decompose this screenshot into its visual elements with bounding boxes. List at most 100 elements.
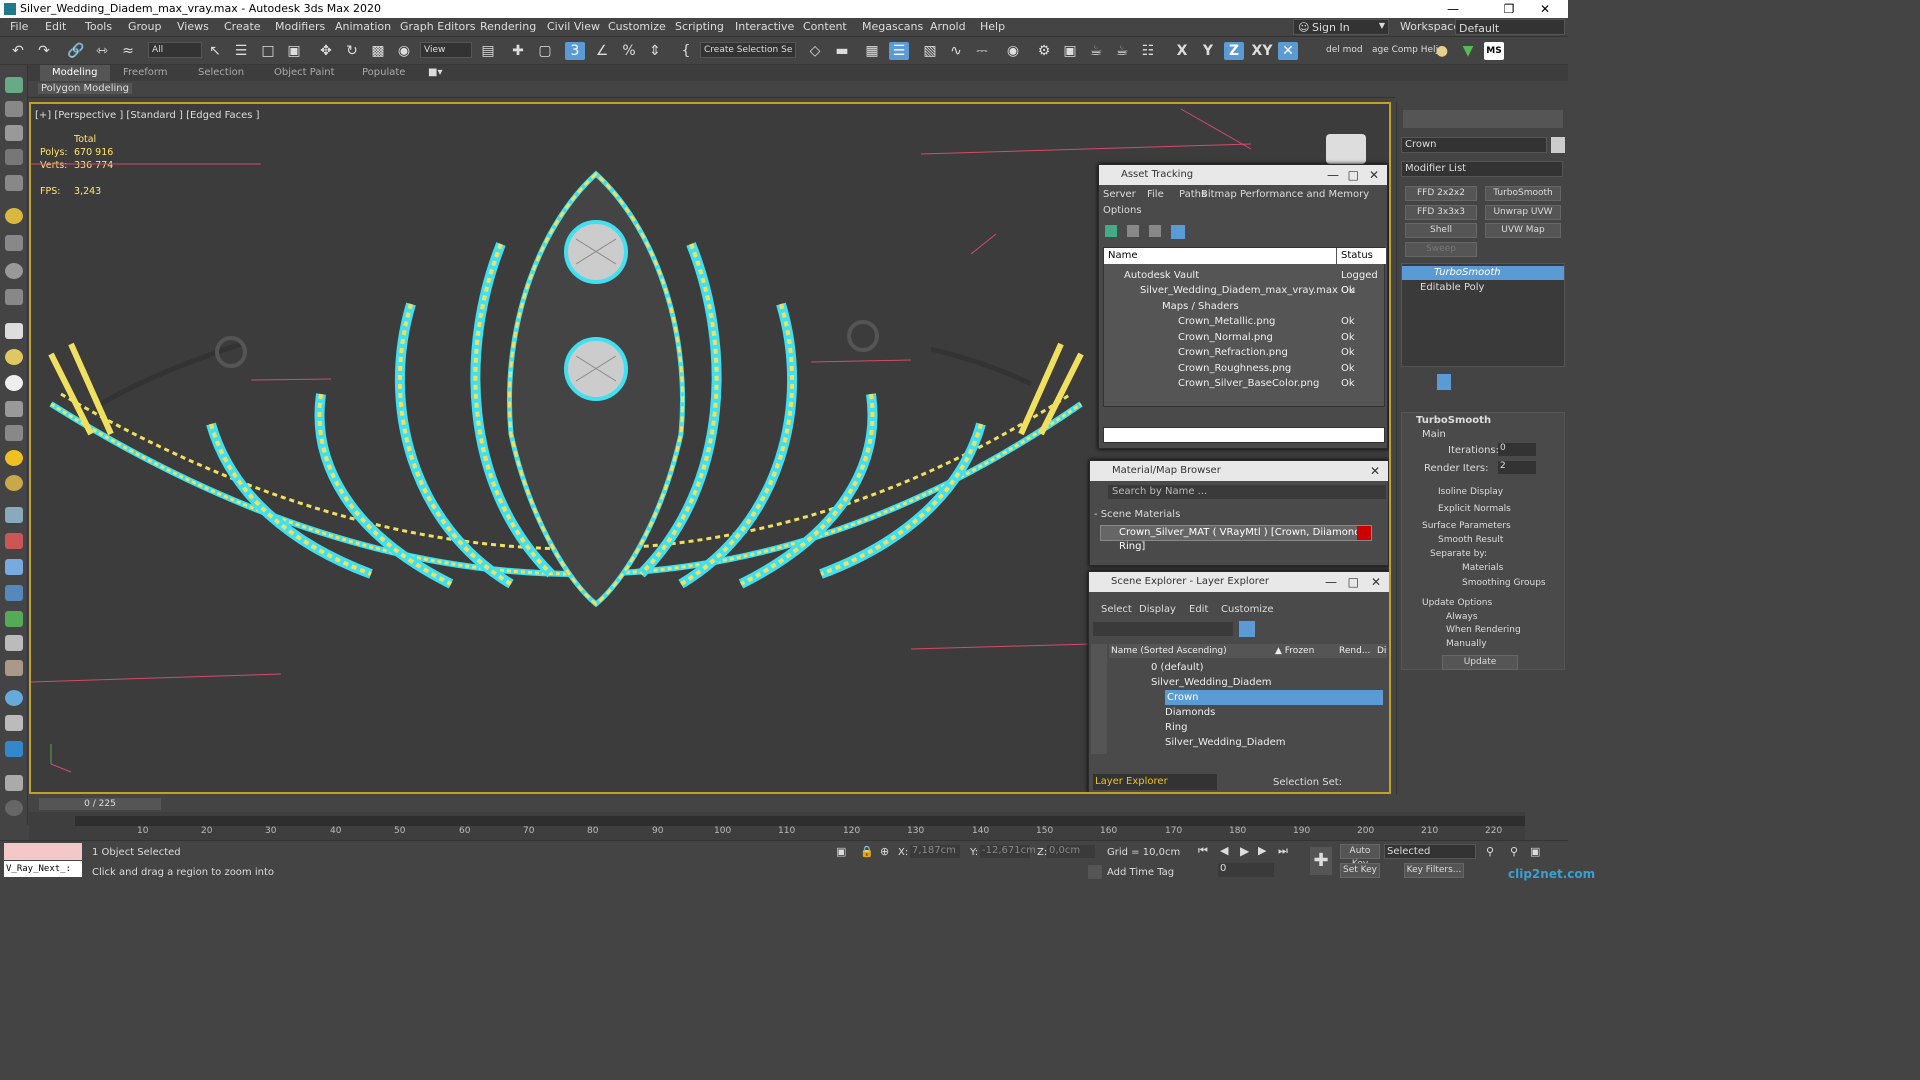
details-icon[interactable] [1149, 225, 1161, 237]
render-production-icon[interactable]: ☕ [1086, 42, 1106, 60]
render-icon[interactable] [5, 690, 23, 706]
close-icon[interactable]: ✕ [1369, 165, 1379, 185]
go-to-start-icon[interactable]: ⏮ [1198, 844, 1208, 858]
scene-explorer-window[interactable]: Scene Explorer - Layer Explorer ✕ — □ Se… [1088, 571, 1389, 792]
del-mod-label[interactable]: del mod [1326, 45, 1363, 55]
snaps-toggle-icon[interactable]: 3 [565, 42, 585, 60]
selection-filter-dropdown[interactable]: All [148, 42, 202, 58]
schematic-view-icon[interactable]: ⎓ [972, 42, 992, 60]
shell-button[interactable]: Shell [1405, 223, 1477, 238]
always-radio[interactable]: Always [1446, 612, 1478, 622]
maximize-icon[interactable]: □ [1348, 572, 1359, 592]
go-to-end-icon[interactable]: ⏭ [1278, 844, 1288, 858]
mirror-icon[interactable]: ◇ [805, 42, 825, 60]
table-icon[interactable] [1171, 225, 1185, 239]
menu-interactive[interactable]: Interactive [735, 20, 794, 33]
refresh-icon[interactable] [1105, 225, 1117, 237]
signin-dropdown[interactable]: ☺ Sign In ▼ [1293, 19, 1389, 35]
move-icon[interactable]: ✥ [316, 42, 336, 60]
set-key-button[interactable]: Set Key [1340, 863, 1380, 878]
layer-explorer-icon[interactable]: ☰ [889, 42, 909, 60]
stack-item-editable-poly[interactable]: Editable Poly [1420, 281, 1484, 295]
menu-modifiers[interactable]: Modifiers [275, 20, 325, 33]
polygon-modeling-tab[interactable]: Polygon Modeling [38, 83, 132, 94]
window-crossing-icon[interactable]: ▣ [284, 42, 304, 60]
torus-icon[interactable] [5, 475, 23, 491]
scene-explorer-titlebar[interactable]: Scene Explorer - Layer Explorer ✕ — □ [1089, 572, 1389, 592]
tab-modeling[interactable]: Modeling [40, 65, 110, 81]
layer-row[interactable]: Diamonds [1165, 705, 1215, 720]
time-tag-icon[interactable] [1088, 865, 1102, 879]
grid-plane-icon[interactable] [5, 507, 23, 523]
x-coord-field[interactable]: 7,187cm [910, 845, 960, 858]
scale-icon[interactable]: ▩ [368, 42, 388, 60]
lock-icon[interactable]: 🔒 [860, 845, 874, 858]
menu-help[interactable]: Help [980, 20, 1005, 33]
turbosmooth-button[interactable]: TurboSmooth [1485, 186, 1561, 201]
ribbon-options-icon[interactable]: ■▾ [428, 67, 442, 78]
edit-named-sel-icon[interactable]: { [676, 42, 696, 60]
scene-materials-section[interactable]: - Scene Materials [1094, 509, 1180, 520]
asset-row[interactable]: Crown_Metallic.png [1178, 314, 1275, 329]
select-by-name-icon[interactable]: ☰ [231, 42, 251, 60]
vray-icon[interactable] [5, 741, 23, 757]
helmet-icon[interactable]: ● [1432, 42, 1452, 60]
isolate-icon[interactable]: ▣ [836, 845, 846, 858]
rect-selection-icon[interactable]: □ [258, 42, 278, 60]
axis-x-button[interactable]: X [1172, 42, 1192, 60]
align-icon[interactable]: ▬ [832, 42, 852, 60]
menu-options[interactable]: Options [1103, 205, 1142, 216]
maxscript-mini-listener[interactable]: V_Ray_Next_: [4, 861, 82, 877]
zoom-extents-icon[interactable]: ▣ [1530, 845, 1540, 858]
track-bar[interactable]: 10 20 30 40 50 60 70 80 90 100 110 120 1… [29, 812, 1525, 840]
material-editor-icon[interactable]: ◉ [1003, 42, 1023, 60]
layer-row[interactable]: Silver_Wedding_Diadem [1151, 675, 1272, 690]
particle-icon[interactable] [5, 289, 23, 305]
keyboard-shortcut-icon[interactable]: ▢ [535, 42, 555, 60]
play-icon[interactable]: ▶ [1240, 844, 1249, 858]
col-name[interactable]: Name [1104, 248, 1336, 264]
tab-freeform[interactable]: Freeform [123, 67, 168, 78]
menu-bitmap-performance[interactable]: Bitmap Performance and Memory [1201, 189, 1369, 200]
y-coord-field[interactable]: -12,671cm [980, 845, 1036, 858]
camera-icon[interactable] [5, 559, 23, 575]
col-frozen[interactable]: ▲ Frozen [1275, 644, 1314, 658]
layer-row[interactable]: Ring [1165, 720, 1187, 735]
create-icon[interactable] [5, 77, 23, 93]
key-mode-dropdown[interactable]: Selected [1384, 844, 1476, 859]
cone-icon[interactable] [5, 425, 23, 441]
sweep-button[interactable]: Sweep [1405, 242, 1477, 257]
placement-icon[interactable]: ◉ [394, 42, 414, 60]
asset-row[interactable]: Crown_Silver_BaseColor.png [1178, 376, 1319, 391]
explorer-search-input[interactable] [1093, 622, 1233, 636]
menu-megascans[interactable]: Megascans [862, 20, 923, 33]
menu-graph-editors[interactable]: Graph Editors [400, 20, 476, 33]
layer-row-selected[interactable]: Crown [1165, 690, 1383, 705]
menu-display[interactable]: Display [1139, 604, 1176, 615]
redo-icon[interactable]: ↷ [34, 42, 54, 60]
ribbon-icon[interactable] [5, 149, 23, 165]
material-item[interactable]: Crown_Silver_MAT ( VRayMtl ) [Crown, Dii… [1100, 525, 1372, 552]
material-icon[interactable] [5, 715, 23, 731]
material-search-input[interactable]: Search by Name ... [1108, 485, 1386, 499]
close-icon[interactable]: ✕ [1522, 0, 1568, 18]
box-icon[interactable] [5, 323, 23, 339]
when-rendering-radio[interactable]: When Rendering [1446, 625, 1521, 635]
cloth-icon[interactable] [5, 660, 23, 676]
list-icon[interactable] [1127, 225, 1139, 237]
menu-tools[interactable]: Tools [85, 20, 112, 33]
menu-server[interactable]: Server [1103, 189, 1136, 200]
render-setup-icon[interactable]: ⚙ [1034, 42, 1054, 60]
asset-tracking-window[interactable]: Asset Tracking ✕ — □ Server File Paths B… [1098, 164, 1388, 449]
col-d[interactable]: Di [1377, 644, 1386, 658]
show-end-result-icon[interactable] [1437, 374, 1451, 390]
tab-populate[interactable]: Populate [362, 67, 405, 78]
z-coord-field[interactable]: 0,0cm [1047, 845, 1095, 858]
perspective-viewport[interactable]: [+] [Perspective ] [Standard ] [Edged Fa… [29, 102, 1391, 794]
ffd-3x3x3-button[interactable]: FFD 3x3x3 [1405, 205, 1477, 220]
ffd-2x2x2-button[interactable]: FFD 2x2x2 [1405, 186, 1477, 201]
current-frame-field[interactable]: 0 [1218, 863, 1274, 877]
sun-icon[interactable] [5, 450, 23, 466]
filter-icon[interactable] [1239, 621, 1255, 637]
uvw-map-button[interactable]: UVW Map [1485, 223, 1561, 238]
